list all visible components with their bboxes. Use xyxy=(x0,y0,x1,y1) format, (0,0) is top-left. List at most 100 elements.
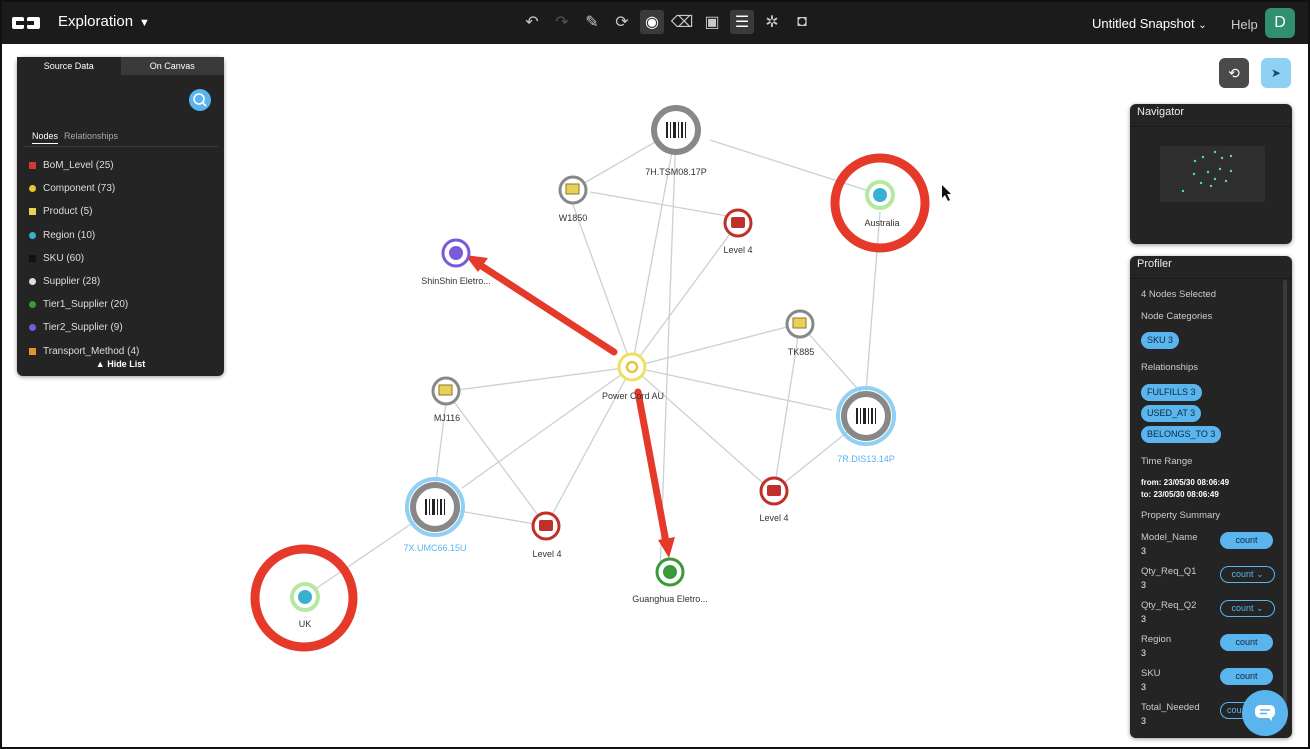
graph-node[interactable]: Level 4 xyxy=(759,476,789,523)
relationship-pill[interactable]: BELONGS_TO 3 xyxy=(1141,426,1222,443)
chevron-down-icon: ⌄ xyxy=(1256,569,1264,579)
select-nodes-icon[interactable]: ◉ xyxy=(640,10,664,34)
highlight-icon[interactable]: ✎ xyxy=(580,10,604,34)
app-window: Exploration ▼ ↶ ↷ ✎ ⟳ ◉ ⌫ ▣ ☰ ✲ ◘ Untitle… xyxy=(0,0,1310,749)
top-bar: Exploration ▼ ↶ ↷ ✎ ⟳ ◉ ⌫ ▣ ☰ ✲ ◘ Untitle… xyxy=(2,2,1308,44)
share-button[interactable]: ➤ xyxy=(1261,58,1291,88)
list-item[interactable]: Region (10) xyxy=(29,224,139,247)
help-link[interactable]: Help xyxy=(1231,17,1258,32)
list-item-label: Region (10) xyxy=(43,229,96,241)
message-icon xyxy=(731,217,745,228)
count-dropdown[interactable]: count ⌄ xyxy=(1220,566,1275,583)
search-button[interactable] xyxy=(189,89,211,111)
product-icon xyxy=(29,208,36,216)
node-label: Australia xyxy=(864,218,899,228)
globe-icon xyxy=(29,231,36,239)
property-name: Qty_Req_Q1 xyxy=(1141,566,1197,577)
node-label: TK885 xyxy=(788,347,815,357)
property-value: 3 xyxy=(1141,648,1147,658)
relationship-pill[interactable]: FULFILLS 3 xyxy=(1141,384,1202,401)
node-label: 7X.UMC66.15U xyxy=(403,543,466,553)
layout-icon: ⟲ xyxy=(1228,64,1240,81)
layout-button[interactable]: ⟲ xyxy=(1219,58,1249,88)
list-item[interactable]: Tier2_Supplier (9) xyxy=(29,316,139,339)
category-pill[interactable]: SKU 3 xyxy=(1141,332,1180,349)
subtab-relationships[interactable]: Relationships xyxy=(64,131,118,141)
list-item[interactable]: Supplier (28) xyxy=(29,270,139,293)
tab-source-data[interactable]: Source Data xyxy=(17,57,121,75)
chevron-down-icon: ⌄ xyxy=(1256,603,1264,613)
count-button[interactable]: count xyxy=(1220,668,1273,685)
clear-selection-icon[interactable]: ⌫ xyxy=(670,10,694,34)
relationship-pill[interactable]: USED_AT 3 xyxy=(1141,405,1202,422)
hide-list-button[interactable]: ▲ Hide List xyxy=(17,359,224,369)
bom-level-icon xyxy=(29,162,36,170)
graph-node[interactable]: 7H.TSM08.17P xyxy=(645,105,707,177)
camera-icon[interactable]: ◘ xyxy=(790,10,814,34)
node-label: 7H.TSM08.17P xyxy=(645,167,707,177)
divider xyxy=(23,146,218,147)
property-value: 3 xyxy=(1141,580,1147,590)
transport-icon xyxy=(29,347,36,355)
navigator-title: Navigator xyxy=(1137,106,1185,118)
graph-node[interactable]: Guanghua Eletro... xyxy=(632,557,708,604)
list-item[interactable]: BoM_Level (25) xyxy=(29,154,139,177)
barcode-icon xyxy=(29,254,36,262)
time-to: to: 23/05/30 08:06:49 xyxy=(1141,490,1219,499)
graph-node[interactable]: W1850 xyxy=(558,175,588,223)
selection-count: 4 Nodes Selected xyxy=(1141,289,1216,300)
graph-node-selected[interactable]: 7X.UMC66.15U xyxy=(403,477,467,553)
node-label: 7R.DIS13.14P xyxy=(837,454,895,464)
time-range-label: Time Range xyxy=(1141,456,1193,467)
graph-node[interactable]: Australia xyxy=(864,180,900,228)
snapshot-selector[interactable]: Untitled Snapshot ⌄ xyxy=(1092,16,1207,31)
source-tabs: Source Data On Canvas xyxy=(17,57,224,75)
list-item-label: Tier1_Supplier (20) xyxy=(43,299,129,311)
product-icon xyxy=(565,183,580,195)
list-item[interactable]: Product (5) xyxy=(29,200,139,223)
list-item-label: Component (73) xyxy=(43,183,116,195)
scrollbar[interactable] xyxy=(1283,280,1287,725)
list-item[interactable]: SKU (60) xyxy=(29,247,139,270)
graph-node[interactable]: TK885 xyxy=(785,309,815,357)
redo-icon[interactable]: ↷ xyxy=(550,10,574,34)
graph-node[interactable]: Level 4 xyxy=(723,208,753,255)
image-icon[interactable]: ▣ xyxy=(700,10,724,34)
property-name: SKU xyxy=(1141,668,1161,679)
globe-icon xyxy=(873,188,887,202)
list-item-label: Tier2_Supplier (9) xyxy=(43,322,123,334)
relationships-label: Relationships xyxy=(1141,362,1199,373)
count-dropdown[interactable]: count ⌄ xyxy=(1220,600,1275,617)
globe-icon xyxy=(298,590,312,604)
app-logo[interactable] xyxy=(12,16,40,30)
subtab-nodes[interactable]: Nodes xyxy=(32,131,59,144)
source-data-panel: Source Data On Canvas Nodes Relationships… xyxy=(17,57,224,376)
property-summary-label: Property Summary xyxy=(1141,510,1221,521)
mouse-cursor-icon xyxy=(942,185,951,201)
view-selector[interactable]: Exploration ▼ xyxy=(58,13,150,30)
supplier-icon xyxy=(449,246,463,260)
minimap[interactable] xyxy=(1160,146,1265,202)
list-item[interactable]: Tier1_Supplier (20) xyxy=(29,293,139,316)
count-dropdown-label: count xyxy=(1231,569,1254,579)
refresh-layout-icon[interactable]: ⟳ xyxy=(610,10,634,34)
tab-on-canvas[interactable]: On Canvas xyxy=(120,57,224,75)
supplier-icon xyxy=(29,301,36,309)
graph-node-selected[interactable]: 7R.DIS13.14P xyxy=(836,386,896,464)
document-icon[interactable]: ☰ xyxy=(730,10,754,34)
user-avatar[interactable]: D xyxy=(1265,8,1295,38)
count-button[interactable]: count xyxy=(1220,532,1273,549)
graph-node[interactable]: UK xyxy=(290,582,320,629)
count-button[interactable]: count xyxy=(1220,634,1273,651)
chat-button[interactable] xyxy=(1242,690,1288,736)
graph-node[interactable]: MJ116 xyxy=(431,376,461,423)
settings-icon[interactable]: ✲ xyxy=(760,10,784,34)
property-value: 3 xyxy=(1141,682,1147,692)
list-item[interactable]: Component (73) xyxy=(29,177,139,200)
graph-node[interactable]: Level 4 xyxy=(531,511,562,559)
product-icon xyxy=(438,384,453,396)
chat-icon xyxy=(1255,705,1275,721)
node-label: Level 4 xyxy=(759,513,788,523)
undo-icon[interactable]: ↶ xyxy=(520,10,544,34)
list-item-label: Supplier (28) xyxy=(43,276,101,288)
